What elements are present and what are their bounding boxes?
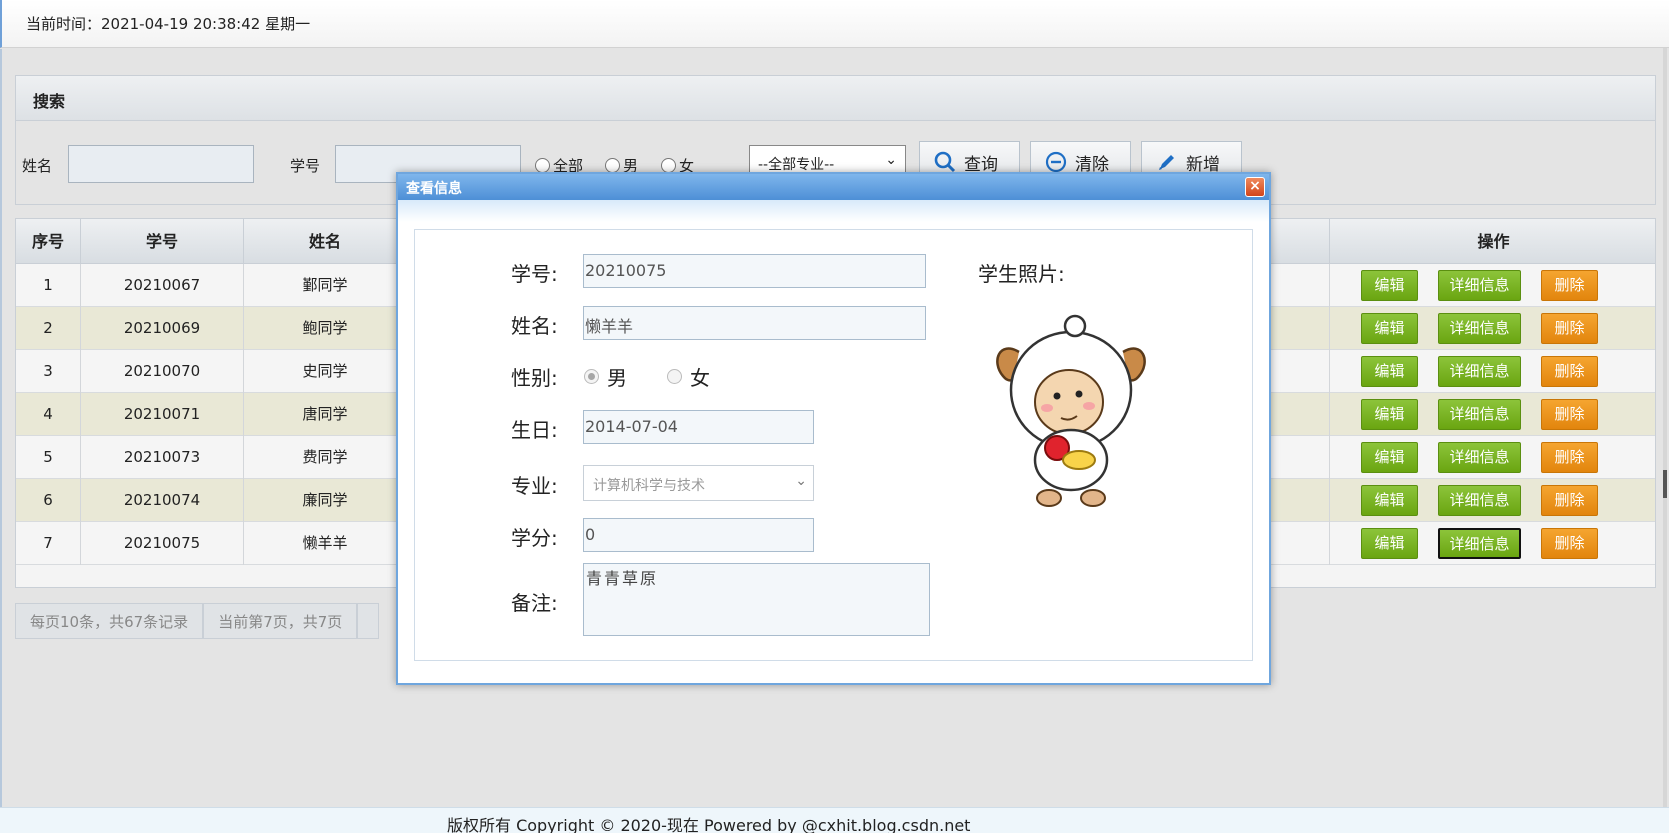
id-label: 学号: [511, 262, 558, 286]
cell-student-id: 20210070 [81, 350, 244, 393]
student-photo [996, 314, 1146, 507]
cell-student-id: 20210069 [81, 307, 244, 350]
cell-index: 4 [16, 393, 81, 436]
scrollbar-thumb[interactable] [1663, 470, 1667, 498]
cell-name: 鄞同学 [244, 264, 407, 307]
cell-student-id: 20210073 [81, 436, 244, 479]
cell-ops [1329, 436, 1655, 479]
chevron-down-icon: ⌄ [885, 152, 897, 168]
cell-ops [1329, 307, 1655, 350]
cell-index: 7 [16, 522, 81, 565]
remark-label: 备注: [511, 591, 558, 615]
cell-name: 鲍同学 [244, 307, 407, 350]
name-filter-input[interactable] [68, 145, 254, 183]
header-index: 序号 [16, 219, 81, 264]
header-name: 姓名 [244, 219, 407, 264]
gender-female-radio[interactable]: 女 [667, 362, 710, 391]
cell-index: 3 [16, 350, 81, 393]
search-icon [934, 151, 956, 173]
major-select[interactable]: 计算机科学与技术 ⌄ [583, 465, 814, 501]
header-ops: 操作 [1329, 219, 1655, 264]
id-field[interactable]: 20210075 [583, 254, 926, 288]
pencil-icon [1159, 155, 1174, 170]
cell-index: 6 [16, 479, 81, 522]
cell-student-id: 20210075 [81, 522, 244, 565]
pager: 每页10条，共67条记录 当前第7页，共7页 [15, 603, 380, 639]
radio-checked-icon [584, 369, 599, 384]
cell-index: 5 [16, 436, 81, 479]
cell-student-id: 20210067 [81, 264, 244, 307]
name-filter-label: 姓名 [22, 157, 53, 175]
cell-student-id: 20210071 [81, 393, 244, 436]
close-icon[interactable]: × [1245, 177, 1265, 197]
cell-ops [1329, 522, 1655, 565]
cell-index: 2 [16, 307, 81, 350]
page-scrollbar[interactable] [1663, 48, 1667, 807]
credit-label: 学分: [511, 526, 558, 550]
gender-male-radio[interactable]: 男 [584, 362, 627, 391]
cell-index: 1 [16, 264, 81, 307]
cell-ops [1329, 350, 1655, 393]
cell-name: 费同学 [244, 436, 407, 479]
birthday-field[interactable]: 2014-07-04 [583, 410, 814, 444]
cell-name: 廉同学 [244, 479, 407, 522]
pager-current: 当前第7页，共7页 [203, 603, 358, 639]
search-panel-title: 搜索 [16, 76, 1655, 121]
id-filter-label: 学号 [290, 157, 321, 175]
chevron-down-icon: ⌄ [795, 473, 807, 489]
current-time: 当前时间：2021-04-19 20:38:42 星期一 [26, 15, 311, 33]
cell-ops [1329, 393, 1655, 436]
dialog-toolbar-band [398, 200, 1269, 222]
pager-next[interactable] [357, 603, 380, 639]
footer-copyright: 版权所有 Copyright © 2020-现在 Powered by @cxh… [447, 816, 971, 833]
view-info-dialog: 查看信息 × 学号: 20210075 姓名: 懒羊羊 性别: 男 女 生日: … [396, 172, 1271, 685]
header-student-id: 学号 [81, 219, 244, 264]
radio-icon [661, 158, 676, 173]
cell-student-id: 20210074 [81, 479, 244, 522]
radio-icon [667, 369, 682, 384]
cell-ops [1329, 264, 1655, 307]
photo-label: 学生照片: [978, 262, 1065, 286]
name-field[interactable]: 懒羊羊 [583, 306, 926, 340]
minus-circle-icon [1045, 151, 1067, 173]
pager-per-page: 每页10条，共67条记录 [15, 603, 204, 639]
credit-field[interactable]: 0 [583, 518, 814, 552]
dialog-title: 查看信息 [398, 174, 1269, 200]
footer: 版权所有 Copyright © 2020-现在 Powered by @cxh… [0, 807, 1669, 833]
cell-name: 唐同学 [244, 393, 407, 436]
dialog-body: 学号: 20210075 姓名: 懒羊羊 性别: 男 女 生日: 2014-07… [414, 229, 1253, 661]
radio-icon [605, 158, 620, 173]
cell-name: 史同学 [244, 350, 407, 393]
cell-ops [1329, 479, 1655, 522]
major-label: 专业: [511, 474, 558, 498]
top-bar: 当前时间：2021-04-19 20:38:42 星期一 [0, 0, 1669, 48]
name-label: 姓名: [511, 314, 558, 338]
gender-label: 性别: [511, 366, 558, 390]
remark-textarea[interactable]: 青青草原 [583, 563, 930, 636]
birthday-label: 生日: [511, 418, 558, 442]
radio-icon [535, 158, 550, 173]
cell-name: 懒羊羊 [244, 522, 407, 565]
